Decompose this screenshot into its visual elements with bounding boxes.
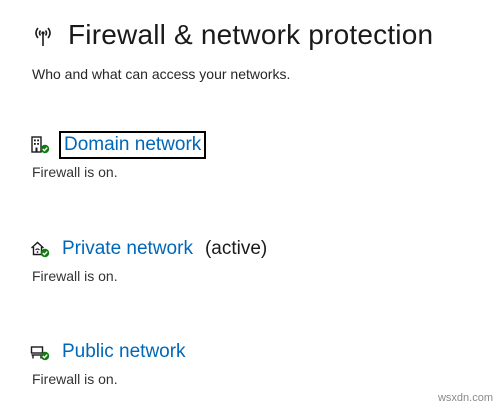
public-network-link[interactable]: Public network (62, 341, 186, 363)
domain-network-section: Domain network Firewall is on. (30, 130, 207, 180)
active-indicator: (active) (204, 238, 268, 259)
domain-building-icon (30, 135, 52, 155)
private-network-status: Firewall is on. (32, 268, 118, 284)
private-network-link[interactable]: Private network (62, 238, 193, 260)
page-header: Firewall & network protection (30, 18, 433, 52)
watermark: wsxdn.com (437, 392, 493, 404)
domain-network-status: Firewall is on. (32, 164, 118, 180)
public-network-section: Public network Firewall is on. (30, 337, 186, 387)
public-network-status: Firewall is on. (32, 371, 118, 387)
private-network-section: Private network (active) Firewall is on. (30, 234, 267, 284)
page-subtitle: Who and what can access your networks. (32, 66, 291, 82)
antenna-broadcast-icon (30, 18, 56, 52)
home-network-icon (30, 239, 52, 259)
public-network-bench-icon (30, 342, 52, 362)
domain-network-link[interactable]: Domain network (58, 131, 207, 159)
page-title: Firewall & network protection (68, 19, 434, 50)
